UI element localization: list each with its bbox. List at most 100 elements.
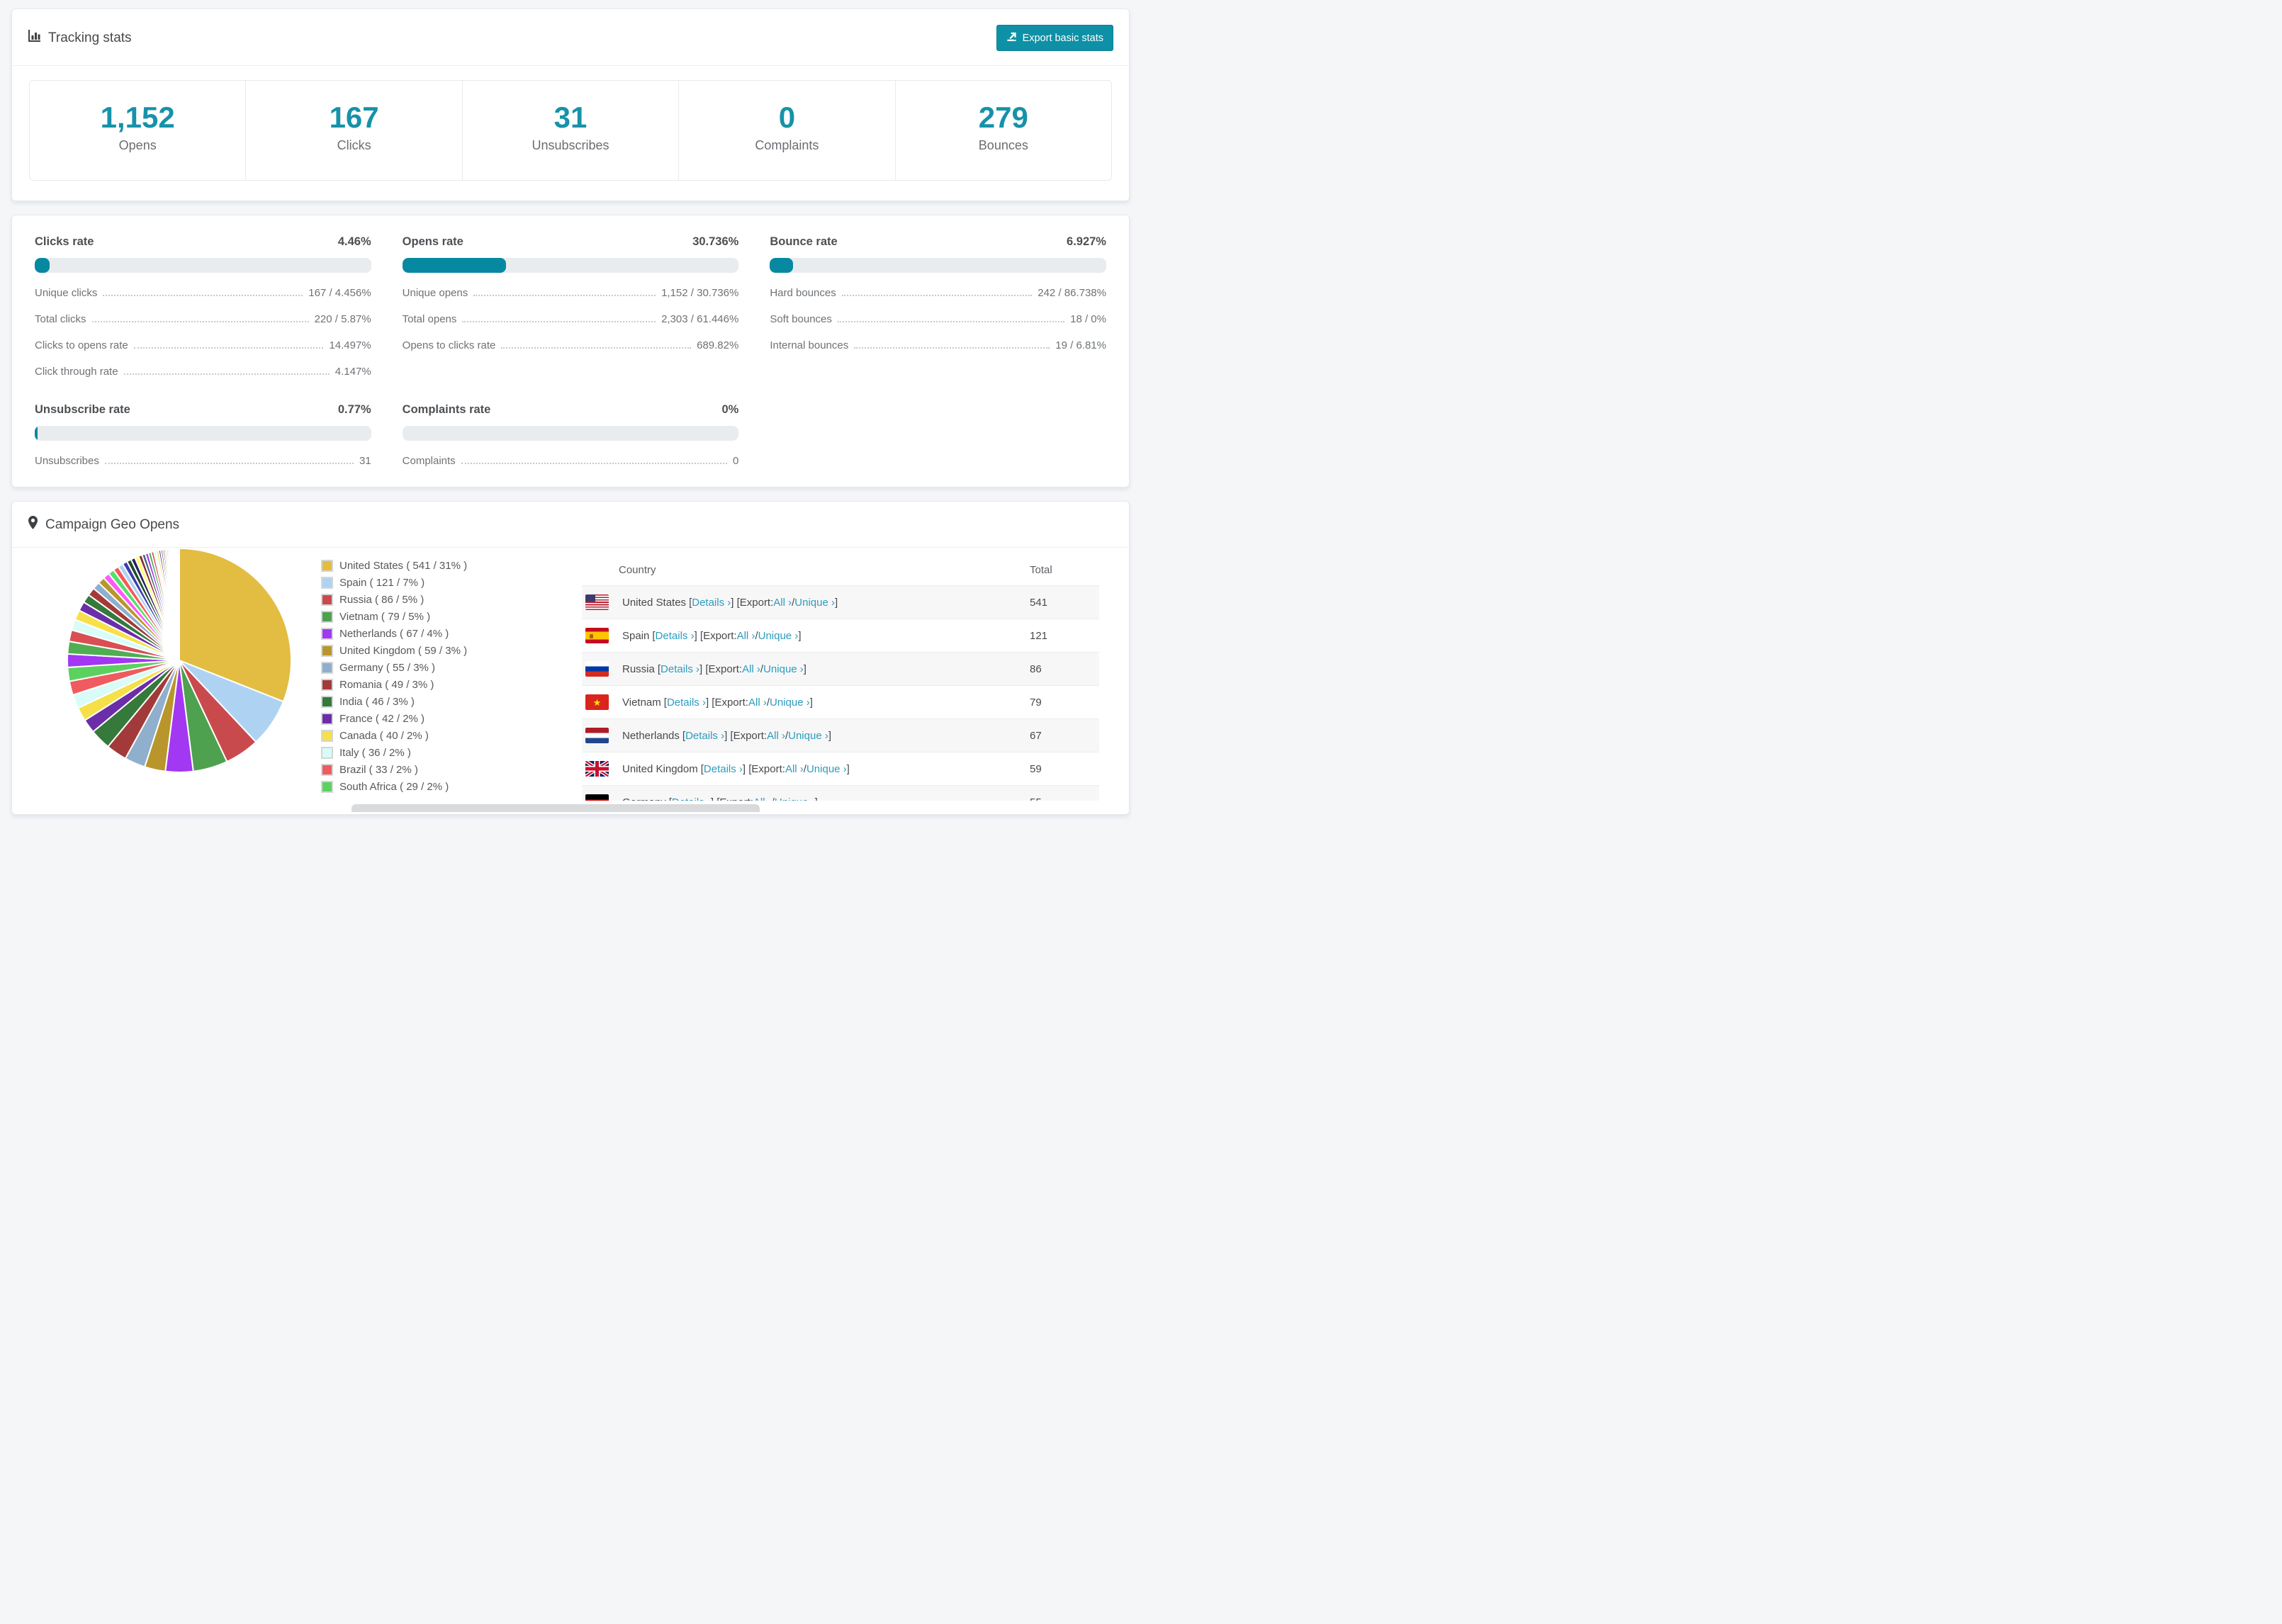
export-all-link-us[interactable]: All › [773,597,792,609]
stat-value: 1,152 / 30.736% [661,287,739,300]
legend-label: United States ( 541 / 31% ) [339,560,468,573]
geo-row-gb: United Kingdom [Details ›] [Export: All … [582,752,1099,785]
dotted-leader [123,373,330,376]
export-all-link-ru[interactable]: All › [742,663,760,675]
legend-item-france[interactable]: France ( 42 / 2% ) [321,713,467,726]
legend-item-south-africa[interactable]: South Africa ( 29 / 2% ) [321,781,467,794]
geo-table-header: Country Total [582,554,1099,585]
stat-value: 689.82% [697,339,739,352]
legend-color-chip [321,713,333,726]
legend-color-chip [321,781,333,794]
details-link-us[interactable]: Details › [692,597,731,609]
legend-item-india[interactable]: India ( 46 / 3% ) [321,696,467,709]
flag-de-icon [585,794,609,801]
rate-progress-track [770,258,1106,274]
stat-value: 19 / 6.81% [1055,339,1106,352]
geo-content: United States ( 541 / 31% ) Spain ( 121 … [12,546,1129,814]
export-unique-link-ru[interactable]: Unique › [763,663,804,675]
legend-label: Vietnam ( 79 / 5% ) [339,611,431,624]
stat-row-click-through-rate: Click through rate 4.147% [35,366,371,378]
rate-value: 0.77% [337,403,371,417]
export-unique-link-vn[interactable]: Unique › [770,697,810,709]
rate-block-opens-rate: Opens rate 30.736% Unique opens 1,152 / … [402,235,739,378]
legend-item-germany[interactable]: Germany ( 55 / 3% ) [321,662,467,675]
country-name: Russia [622,662,655,675]
stat-value: 18 / 0% [1070,313,1106,326]
legend-item-canada[interactable]: Canada ( 40 / 2% ) [321,730,467,743]
export-all-link-es[interactable]: All › [737,630,755,642]
geo-row-us: United States [Details ›] [Export: All ›… [582,585,1099,619]
details-link-ru[interactable]: Details › [661,663,699,675]
dotted-leader [501,347,692,349]
bracket: ] [Export: [705,696,748,709]
legend-label: United Kingdom ( 59 / 3% ) [339,645,468,658]
details-link-gb[interactable]: Details › [704,763,743,775]
geo-table-body: United States [Details ›] [Export: All ›… [582,585,1099,801]
legend-label: Romania ( 49 / 3% ) [339,679,434,692]
rates-grid: Clicks rate 4.46% Unique clicks 167 / 4.… [12,215,1129,487]
legend-item-spain[interactable]: Spain ( 121 / 7% ) [321,577,467,590]
rate-progress-track [35,258,371,274]
bracket: ] [Export: [694,629,737,642]
stat-label: Total opens [402,313,457,326]
stat-value: 2,303 / 61.446% [661,313,739,326]
legend-item-romania[interactable]: Romania ( 49 / 3% ) [321,679,467,692]
legend-item-netherlands[interactable]: Netherlands ( 67 / 4% ) [321,628,467,641]
stat-row-clicks-to-opens-rate: Clicks to opens rate 14.497% [35,339,371,351]
details-link-nl[interactable]: Details › [685,730,724,742]
legend-color-chip [321,730,333,743]
dotted-leader [461,463,727,465]
dotted-leader [473,295,656,297]
geo-row-ru: Russia [Details ›] [Export: All › / Uniq… [582,652,1099,686]
geo-row-vn: ★ Vietnam [Details ›] [Export: All › / U… [582,685,1099,718]
export-unique-link-gb[interactable]: Unique › [806,763,847,775]
export-all-link-gb[interactable]: All › [785,763,804,775]
dotted-leader [841,295,1033,297]
tracking-stats-card: Tracking stats Export basic stats 1,152 … [11,9,1130,202]
export-all-link-vn[interactable]: All › [748,697,767,709]
bracket: ] [803,662,806,675]
stat-row-total-opens: Total opens 2,303 / 61.446% [403,313,739,325]
details-link-de[interactable]: Details › [672,796,711,801]
export-all-link-nl[interactable]: All › [767,730,785,742]
export-unique-link-us[interactable]: Unique › [794,597,835,609]
legend-label: Spain ( 121 / 7% ) [339,577,425,590]
export-all-link-de[interactable]: All › [753,796,772,801]
legend-item-united-states[interactable]: United States ( 541 / 31% ) [321,560,468,573]
geo-header: Campaign Geo Opens [12,502,1129,548]
rate-title: Bounce rate [770,235,838,249]
rate-block-clicks-rate: Clicks rate 4.46% Unique clicks 167 / 4.… [35,235,371,378]
rate-value: 6.927% [1067,235,1106,249]
rate-progress-track [35,426,371,441]
stat-label: Unique opens [402,287,468,300]
export-unique-link-de[interactable]: Unique › [775,796,815,801]
legend-color-chip [321,764,333,777]
bar-chart-icon [28,29,41,47]
stat-row-complaints: Complaints 0 [403,455,739,467]
total-cell: 121 [1030,629,1048,642]
legend-item-vietnam[interactable]: Vietnam ( 79 / 5% ) [321,611,467,624]
stat-value: 242 / 86.738% [1038,287,1106,300]
legend-item-italy[interactable]: Italy ( 36 / 2% ) [321,747,467,760]
legend-color-chip [321,628,333,641]
details-link-es[interactable]: Details › [656,630,695,642]
total-cell: 79 [1030,696,1042,709]
rate-title: Complaints rate [402,403,491,417]
legend-item-russia[interactable]: Russia ( 86 / 5% ) [321,594,467,607]
geo-pie-svg [67,548,292,774]
horizontal-scrollbar-thumb[interactable] [352,804,760,812]
stat-value: 4.147% [335,366,371,378]
export-basic-stats-button[interactable]: Export basic stats [996,25,1113,51]
details-link-vn[interactable]: Details › [667,697,706,709]
bracket: ] [846,762,850,775]
summary-label: Bounces [978,138,1028,153]
rate-progress-fill [402,258,506,274]
legend-item-united-kingdom[interactable]: United Kingdom ( 59 / 3% ) [321,645,468,658]
dotted-leader [91,321,309,323]
stat-value: 220 / 5.87% [314,313,371,326]
legend-item-brazil[interactable]: Brazil ( 33 / 2% ) [321,764,467,777]
stat-value: 14.497% [329,339,371,352]
export-unique-link-nl[interactable]: Unique › [788,730,828,742]
export-unique-link-es[interactable]: Unique › [758,630,799,642]
rate-head: Unsubscribe rate 0.77% [35,403,371,417]
